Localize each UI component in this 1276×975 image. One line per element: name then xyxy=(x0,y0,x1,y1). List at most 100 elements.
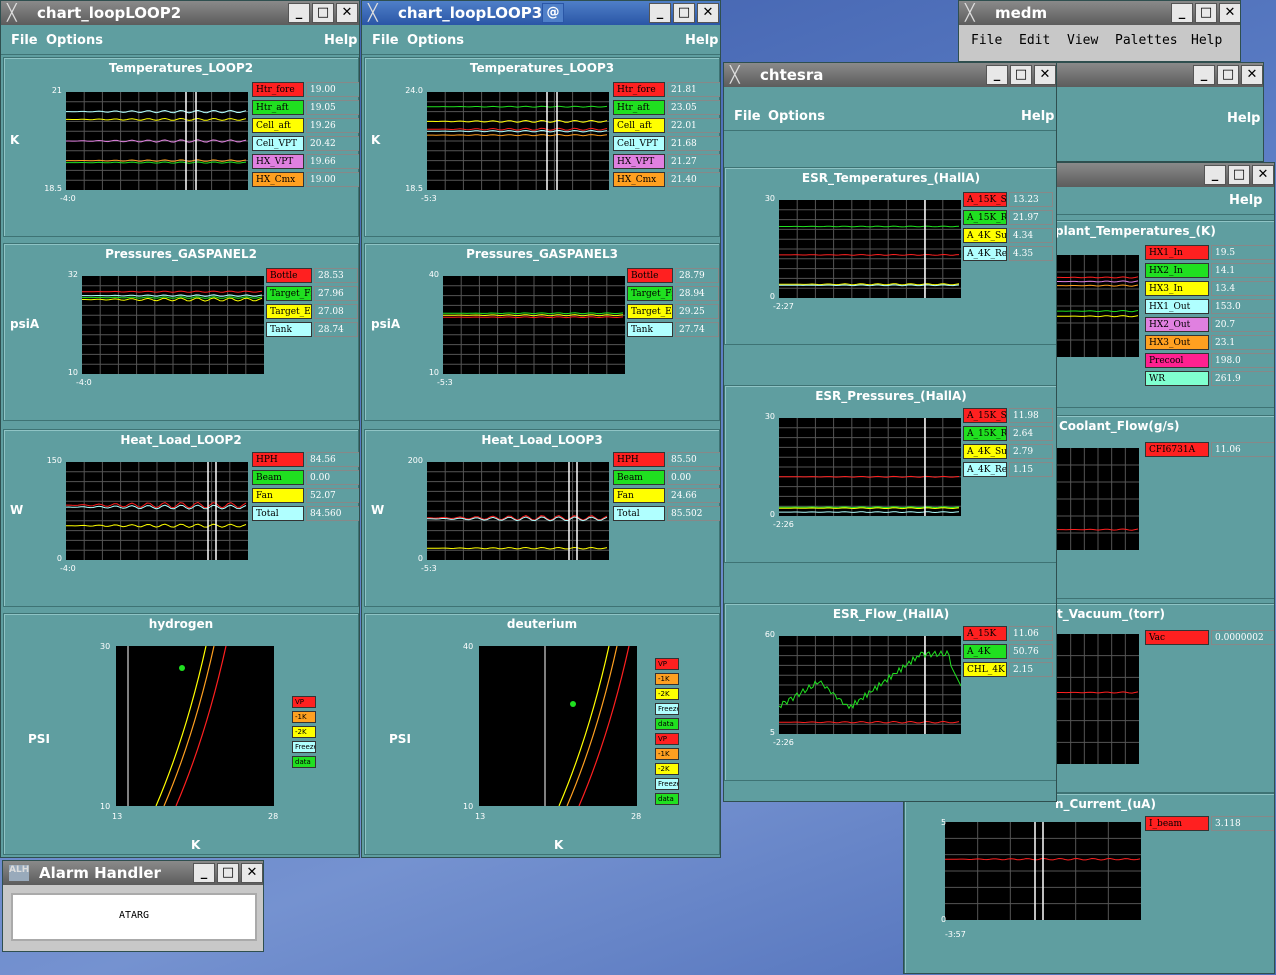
loop3-temp-legend-label: Htr_fore xyxy=(613,82,665,97)
menu-options[interactable]: Options xyxy=(46,33,103,48)
loop3-press-plot xyxy=(443,276,625,374)
vacuum-legend-label: Vac xyxy=(1145,630,1209,645)
loop2-press-legend-value: 27.96 xyxy=(314,286,358,301)
loop2-temp-legend-label: Htr_fore xyxy=(252,82,304,97)
menu-help[interactable]: Help xyxy=(324,33,357,48)
loop3-heat-title: Heat_Load_LOOP3 xyxy=(481,433,603,447)
close-button[interactable]: ✕ xyxy=(1241,65,1263,85)
medm-window: ╳ medm _ □ ✕ File Edit View Palettes Help xyxy=(958,0,1241,62)
minimize-button[interactable]: _ xyxy=(193,863,215,883)
loop2-press-legend-value: 28.74 xyxy=(314,322,358,337)
esr-flow-ymin: 5 xyxy=(769,728,775,737)
esr-flow-plot xyxy=(779,636,961,734)
vacuum-title: t_Vacuum_(torr) xyxy=(1057,607,1165,621)
menu-file[interactable]: File xyxy=(734,109,761,124)
minimize-button[interactable]: _ xyxy=(649,3,671,23)
loop3-press-legend-label: Bottle xyxy=(627,268,673,283)
loop2-press-legend-label: Tank xyxy=(266,322,312,337)
close-button[interactable]: ✕ xyxy=(336,3,358,23)
alarm-titlebar[interactable]: ALH Alarm Handler _ □ ✕ xyxy=(3,861,263,885)
menu-options[interactable]: Options xyxy=(407,33,464,48)
close-button[interactable]: ✕ xyxy=(1252,165,1274,185)
menu-help[interactable]: Help xyxy=(685,33,718,48)
menu-help[interactable]: Help xyxy=(1229,193,1262,208)
loop3-heat-xmin: -5:3 xyxy=(421,564,437,573)
medm-menu-view[interactable]: View xyxy=(1067,33,1098,48)
medm-titlebar[interactable]: ╳ medm _ □ ✕ xyxy=(959,1,1240,25)
loop2-press-legend-label: Target_Ex xyxy=(266,304,312,319)
esr-flow-title: ESR_Flow_(HallA) xyxy=(832,607,950,621)
esr-temp-trace xyxy=(779,283,960,286)
menu-file[interactable]: File xyxy=(11,33,38,48)
loop2-temp-legend-label: Cell_VPT xyxy=(252,136,304,151)
loop2-heat-legend-label: Total xyxy=(252,506,304,521)
hidden-titlebar[interactable]: _ □ ✕ xyxy=(1057,63,1263,87)
minimize-button[interactable]: _ xyxy=(1193,65,1215,85)
maximize-button[interactable]: □ xyxy=(312,3,334,23)
loop3-phase-data-point xyxy=(570,701,576,707)
coolant-temp-legend-label: HX3_In xyxy=(1145,281,1209,296)
esr-press-legend-value: 11.98 xyxy=(1009,408,1053,423)
swirl-icon[interactable]: @ xyxy=(542,3,564,23)
esr-press-panel: ESR_Pressures_(HallA) 30 0 -2:26 A_15K_S 11.9… xyxy=(724,385,1056,563)
loop2-temp-legend-label: HX_VPT xyxy=(252,154,304,169)
loop3-temp-svg xyxy=(427,92,609,190)
current-title: n_Current_(uA) xyxy=(1055,797,1156,811)
medm-menu-palettes[interactable]: Palettes xyxy=(1115,33,1178,48)
esr-press-trace xyxy=(779,511,960,514)
minimize-button[interactable]: _ xyxy=(1171,3,1193,23)
esr-press-trace xyxy=(779,506,960,509)
maximize-button[interactable]: □ xyxy=(673,3,695,23)
close-button[interactable]: ✕ xyxy=(1219,3,1240,23)
loop2-temp-trace xyxy=(66,161,247,164)
esr-press-legend-label: A_15K_R xyxy=(963,426,1007,441)
loop3-temp-legend-label: Htr_aft xyxy=(613,100,665,115)
coolant-temp-legend-label: HX1_In xyxy=(1145,245,1209,260)
loop2-temp-legend-value: 19.00 xyxy=(306,172,359,187)
loop2-press-legend-label: Target_Fi xyxy=(266,286,312,301)
maximize-button[interactable]: □ xyxy=(1228,165,1250,185)
loop2-heat-trace xyxy=(66,523,247,528)
menu-help[interactable]: Help xyxy=(1021,109,1054,124)
menu-options[interactable]: Options xyxy=(768,109,825,124)
close-button[interactable]: ✕ xyxy=(697,3,719,23)
loop2-temp-panel: Temperatures_LOOP2 K 21 18.5 -4:0 Htr_fore 19.… xyxy=(3,57,359,237)
loop3-press-panel: Pressures_GASPANEL3 psiA 40 10 -5:3 Bottle 28.… xyxy=(364,243,720,421)
medm-menu-file[interactable]: File xyxy=(971,33,1002,48)
coolant-temp-title: plant_Temperatures_(K) xyxy=(1055,224,1216,238)
maximize-button[interactable]: □ xyxy=(1010,65,1032,85)
loop2-phase-legend-item: -2K xyxy=(292,726,316,738)
close-button[interactable]: ✕ xyxy=(241,863,263,883)
medm-menu-help[interactable]: Help xyxy=(1191,33,1222,48)
esr-press-legend-label: A_15K_S xyxy=(963,408,1007,423)
loop3-phase-plot xyxy=(479,646,637,806)
esr-temp-trace xyxy=(779,253,960,256)
loop3-phase-legend-item: Freeze xyxy=(655,703,679,715)
maximize-button[interactable]: □ xyxy=(1195,3,1217,23)
loop2-press-plot xyxy=(82,276,264,374)
vacuum-svg xyxy=(1057,634,1139,764)
loop3-press-legend-label: Target_Fi xyxy=(627,286,673,301)
maximize-button[interactable]: □ xyxy=(217,863,239,883)
loop2-heat-legend-label: Beam xyxy=(252,470,304,485)
menu-help[interactable]: Help xyxy=(1227,111,1260,126)
maximize-button[interactable]: □ xyxy=(1217,65,1239,85)
minimize-button[interactable]: _ xyxy=(288,3,310,23)
loop3-press-ymax: 40 xyxy=(428,270,439,279)
loop3-phase-legend-item: -2K xyxy=(655,763,679,775)
loop3-titlebar[interactable]: ╳ chart_loopLOOP3 @ _ □ ✕ xyxy=(362,1,720,25)
current-legend-label: I_beam xyxy=(1145,816,1209,831)
current-xmin: -3:57 xyxy=(945,930,966,939)
loop3-heat-svg xyxy=(427,462,609,560)
loop3-heat-legend-value: 0.00 xyxy=(667,470,720,485)
loop3-temp-legend-value: 21.40 xyxy=(667,172,720,187)
loop2-titlebar[interactable]: ╳ chart_loopLOOP2 _ □ ✕ xyxy=(1,1,359,25)
close-button[interactable]: ✕ xyxy=(1034,65,1056,85)
chtesra-titlebar[interactable]: ╳ chtesra _ □ ✕ xyxy=(724,63,1056,87)
loop3-press-legend-label: Target_Ex xyxy=(627,304,673,319)
minimize-button[interactable]: _ xyxy=(986,65,1008,85)
minimize-button[interactable]: _ xyxy=(1204,165,1226,185)
medm-menu-edit[interactable]: Edit xyxy=(1019,33,1050,48)
menu-file[interactable]: File xyxy=(372,33,399,48)
loop3-press-legend-value: 28.94 xyxy=(675,286,719,301)
